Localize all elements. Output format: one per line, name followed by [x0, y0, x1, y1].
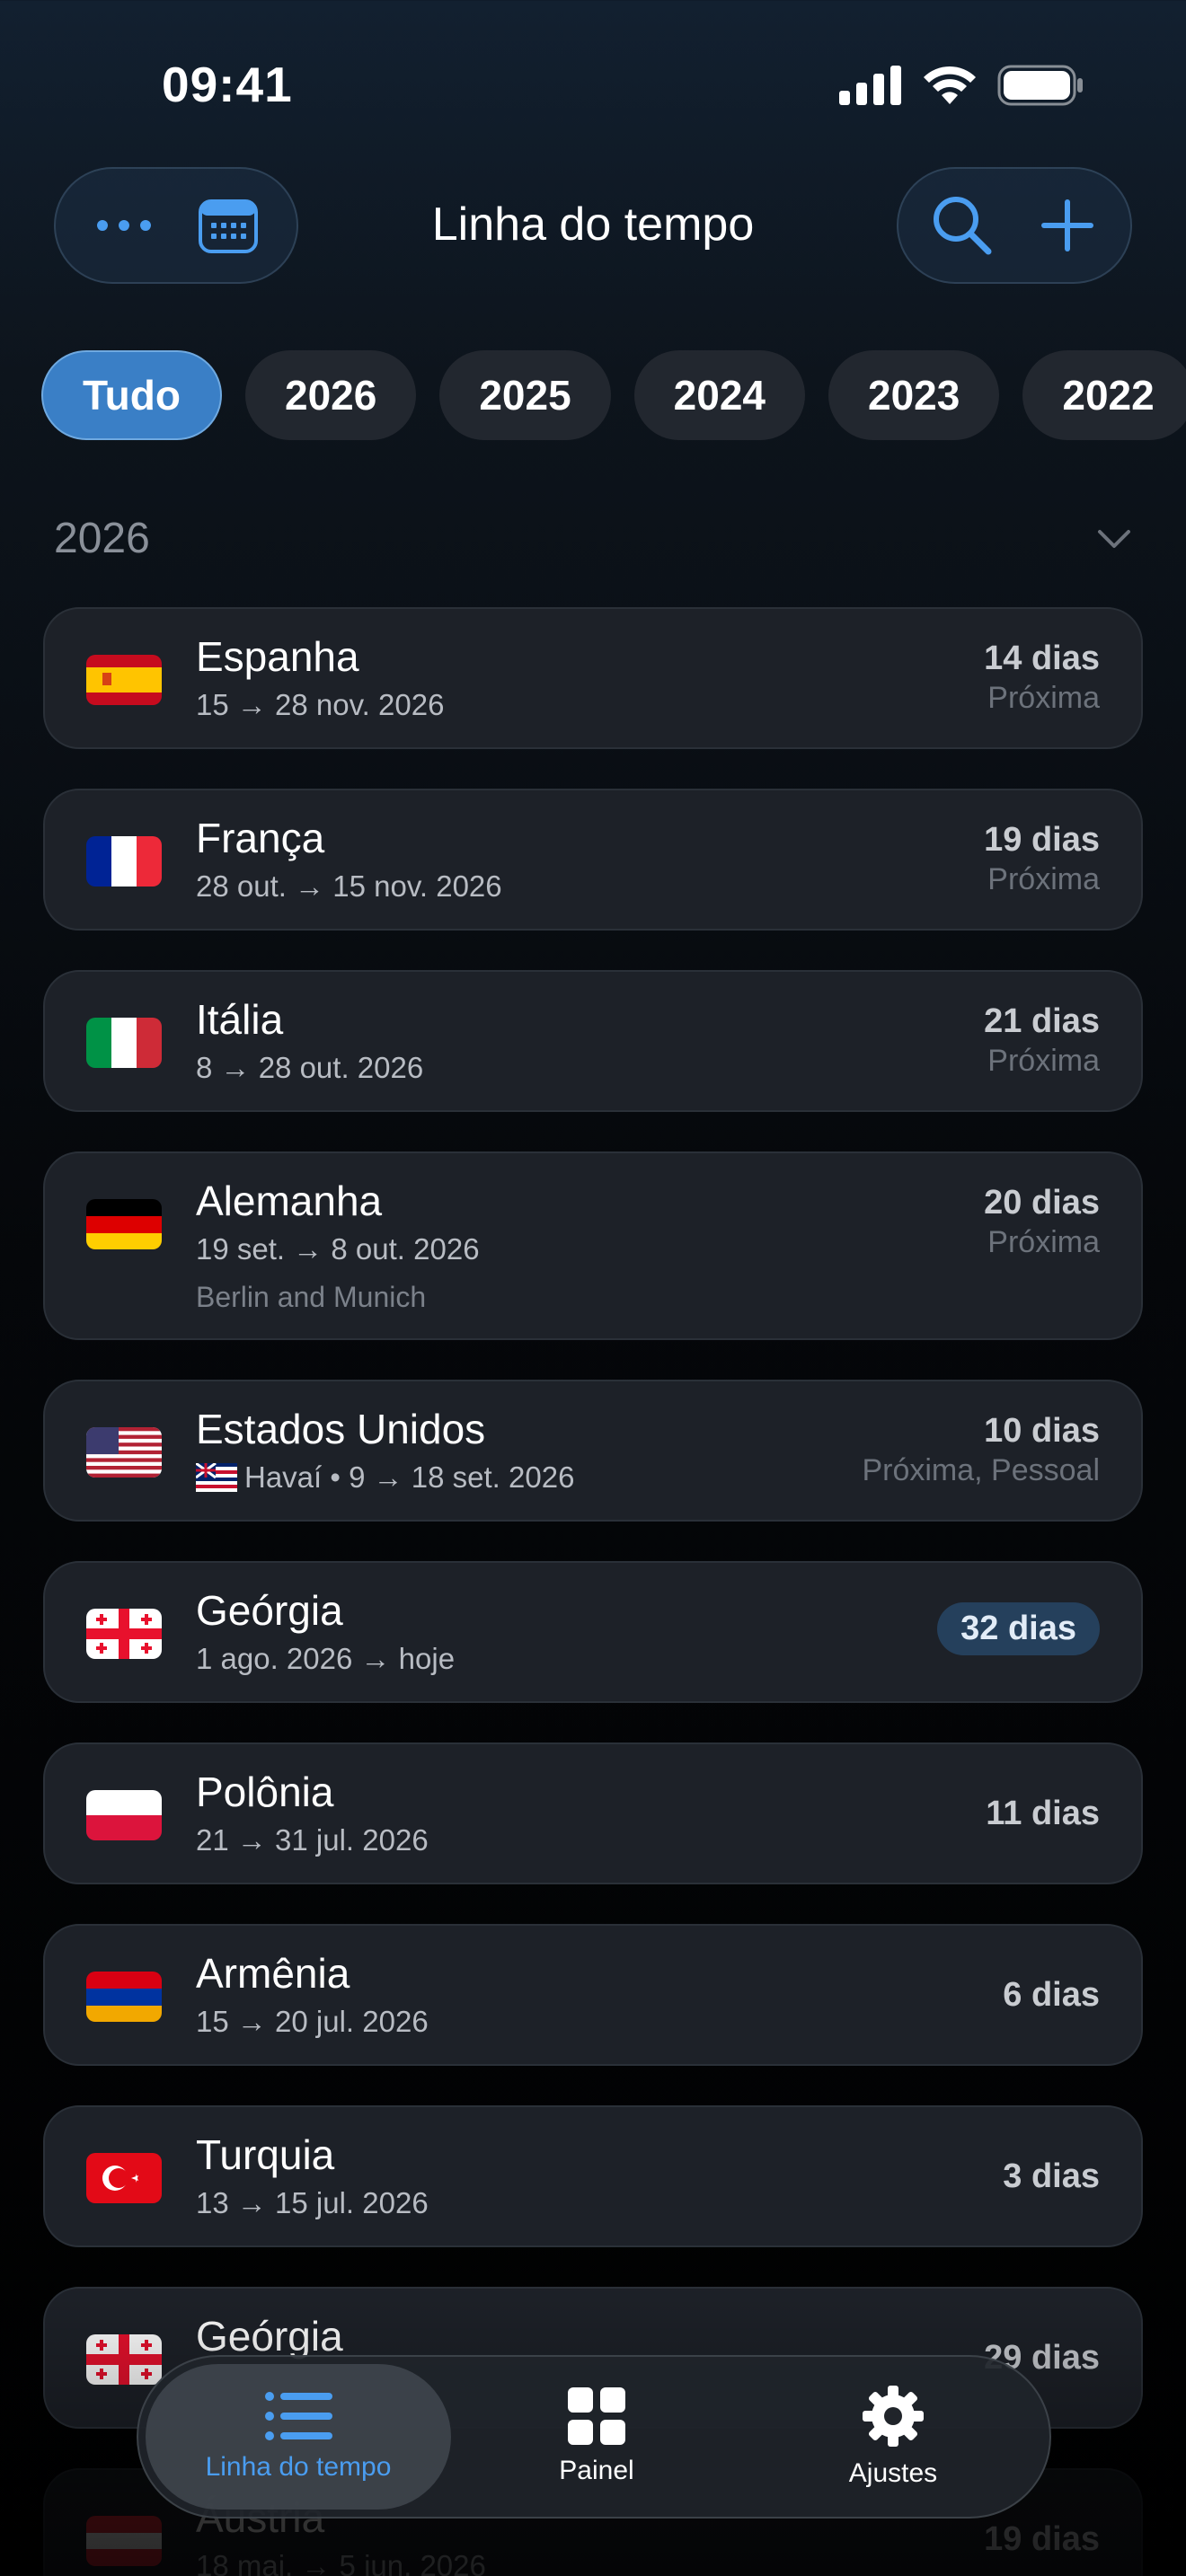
trip-duration: 19 dias: [984, 821, 1100, 859]
filter-chip-all[interactable]: Tudo: [41, 350, 222, 440]
trip-dates: 18 mai. → 5 jun. 2026: [196, 2549, 486, 2576]
trip-dates: Havaí • 9 → 18 set. 2026: [244, 1460, 575, 1494]
trip-dates-row: Havaí • 9 → 18 set. 2026: [196, 1460, 574, 1495]
trip-country: Geórgia: [196, 2313, 343, 2360]
trip-dates: 8 → 28 out. 2026: [196, 1051, 424, 1084]
header-right-controls: [897, 167, 1132, 284]
status-icons: [839, 65, 1084, 106]
trip-dates: 15 → 20 jul. 2026: [196, 2005, 429, 2038]
section-title: 2026: [54, 515, 150, 562]
trip-status: Próxima: [987, 681, 1100, 715]
trip-card[interactable]: Armênia 15 → 20 jul. 2026 6 dias: [43, 1924, 1143, 2066]
trip-status: Próxima: [987, 1044, 1100, 1078]
france-flag-icon: [86, 836, 162, 887]
trip-status: Próxima, Pessoal: [862, 1453, 1100, 1487]
trip-dates: 1 ago. 2026 → hoje: [196, 1642, 456, 1675]
battery-icon: [997, 65, 1083, 106]
tab-settings[interactable]: Ajustes: [758, 2364, 1028, 2510]
add-trip-button[interactable]: [1027, 185, 1108, 266]
chevron-down-icon[interactable]: [1096, 528, 1132, 550]
trip-card[interactable]: França 28 out. → 15 nov. 2026 19 dias Pr…: [43, 789, 1143, 931]
trip-card[interactable]: Turquia 13 → 15 jul. 2026 3 dias: [43, 2105, 1143, 2247]
trip-country: Armênia: [196, 1950, 350, 1997]
armenia-flag-icon: [86, 1972, 162, 2022]
trip-country: Espanha: [196, 633, 359, 680]
filter-chip-2025[interactable]: 2025: [439, 350, 611, 440]
hawaii-flag-icon: [196, 1463, 237, 1492]
year-filter-chips: Tudo 2026 2025 2024 2023 2022: [41, 350, 1186, 440]
filter-chip-2024[interactable]: 2024: [633, 350, 806, 440]
navigation-header: Linha do tempo: [0, 167, 1186, 287]
gear-icon: [863, 2386, 924, 2447]
germany-flag-icon: [86, 1199, 162, 1249]
search-button[interactable]: [922, 185, 1003, 266]
trip-duration: 11 dias: [986, 1795, 1100, 1832]
austria-flag-icon: [86, 2516, 162, 2566]
plus-icon: [1040, 199, 1093, 251]
poland-flag-icon: [86, 1790, 162, 1840]
trip-card[interactable]: Estados Unidos Havaí • 9 → 18 set. 2026 …: [43, 1380, 1143, 1522]
search-icon: [933, 197, 991, 255]
tab-bar: Linha do tempo Painel Ajustes: [137, 2355, 1051, 2519]
trip-dates: 13 → 15 jul. 2026: [196, 2186, 429, 2219]
trip-duration: 10 dias: [984, 1412, 1100, 1450]
italy-flag-icon: [86, 1018, 162, 1068]
trip-duration-badge: 32 dias: [937, 1602, 1100, 1655]
trip-note: Berlin and Munich: [196, 1281, 427, 1313]
filter-chip-2026[interactable]: 2026: [244, 350, 417, 440]
trip-card[interactable]: Polônia 21 → 31 jul. 2026 11 dias: [43, 1742, 1143, 1884]
trip-country: Turquia: [196, 2131, 335, 2178]
spain-flag-icon: [86, 655, 162, 705]
trip-dates: 21 → 31 jul. 2026: [196, 1823, 429, 1857]
filter-chip-2022[interactable]: 2022: [1022, 350, 1186, 440]
trip-dates: 15 → 28 nov. 2026: [196, 688, 445, 721]
trip-duration: 21 dias: [984, 1002, 1100, 1040]
usa-flag-icon: [86, 1427, 162, 1478]
trip-duration: 19 dias: [984, 2520, 1100, 2558]
georgia-flag-icon: [86, 1609, 162, 1659]
grid-icon: [568, 2387, 625, 2445]
trip-list: Espanha 15 → 28 nov. 2026 14 dias Próxim…: [43, 607, 1143, 2576]
trip-country: Geórgia: [196, 1587, 343, 1634]
trip-dates: 28 out. → 15 nov. 2026: [196, 869, 502, 903]
trip-duration: 3 dias: [1003, 2157, 1100, 2195]
trip-status: Próxima: [987, 862, 1100, 896]
trip-country: Itália: [196, 996, 284, 1043]
georgia-flag-icon: [86, 2334, 162, 2385]
trip-card[interactable]: Alemanha 19 set. → 8 out. 2026 Berlin an…: [43, 1151, 1143, 1340]
trip-duration: 6 dias: [1003, 1976, 1100, 2014]
trip-card[interactable]: Espanha 15 → 28 nov. 2026 14 dias Próxim…: [43, 607, 1143, 749]
trip-country: Polônia: [196, 1769, 334, 1815]
cellular-signal-icon: [839, 66, 901, 105]
tab-label: Ajustes: [848, 2458, 938, 2488]
section-header-2026[interactable]: 2026: [54, 514, 1132, 577]
trip-country: Estados Unidos: [196, 1406, 486, 1452]
tab-label: Linha do tempo: [205, 2452, 392, 2482]
status-bar: 09:41: [0, 0, 1186, 171]
status-time: 09:41: [162, 57, 293, 112]
trip-status: Próxima: [987, 1225, 1100, 1259]
trip-duration: 14 dias: [984, 640, 1100, 677]
trip-card[interactable]: Geórgia 1 ago. 2026 → hoje 32 dias: [43, 1561, 1143, 1703]
tab-label: Painel: [559, 2456, 634, 2485]
trip-country: Alemanha: [196, 1178, 383, 1224]
trip-card[interactable]: Itália 8 → 28 out. 2026 21 dias Próxima: [43, 970, 1143, 1112]
filter-chip-2023[interactable]: 2023: [828, 350, 1000, 440]
trip-duration: 20 dias: [984, 1184, 1100, 1222]
trip-country: França: [196, 815, 325, 861]
tab-timeline[interactable]: Linha do tempo: [146, 2364, 451, 2510]
list-icon: [265, 2392, 332, 2440]
wifi-icon: [924, 66, 976, 104]
turkey-flag-icon: [86, 2153, 162, 2203]
trip-dates: 19 set. → 8 out. 2026: [196, 1232, 480, 1266]
tab-dashboard[interactable]: Painel: [462, 2364, 731, 2510]
